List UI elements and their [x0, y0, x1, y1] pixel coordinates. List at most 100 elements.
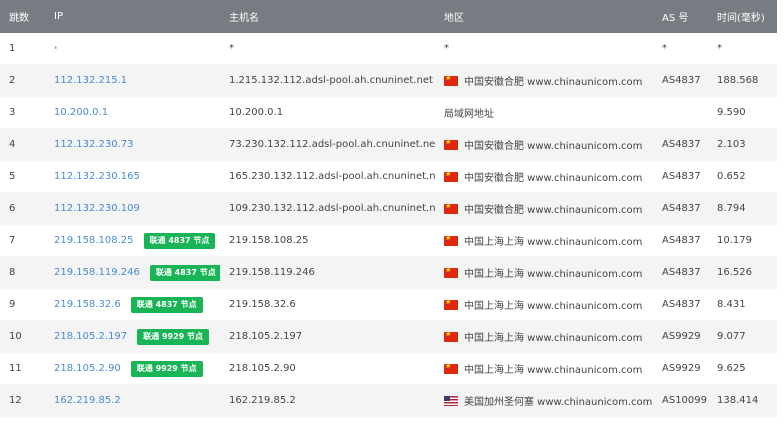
table-row: 8 219.158.119.246 联通 4837 节点 219.158.119.24…: [0, 257, 777, 289]
hostname-cell: 1.215.132.112.adsl-pool.ah.cnuninet.net: [229, 75, 433, 86]
ip-link[interactable]: 219.158.108.25: [54, 235, 134, 246]
header-as[interactable]: AS 号: [653, 9, 708, 24]
ip-link[interactable]: 112.132.230.73: [54, 139, 134, 150]
region-cell: 中国上海上海 www.chinaunicom.com: [435, 297, 653, 312]
header-region[interactable]: 地区: [435, 9, 653, 24]
hop-cell: 10: [9, 331, 22, 342]
table-row: 5 112.132.230.165 165.230.132.112.adsl-poo…: [0, 161, 777, 193]
ip-cell: 218.105.2.90 联通 9929 节点: [45, 360, 220, 377]
region-cell: 美国加州圣何塞 www.chinaunicom.com: [435, 393, 653, 408]
hop-cell: 8: [9, 267, 16, 278]
region-text: 中国上海上海 www.chinaunicom.com: [464, 237, 643, 248]
table-body: 1 * * * * * 2 112.132.215.1 1.215.132.112.adsl-p…: [0, 33, 777, 417]
ip-link[interactable]: 162.219.85.2: [54, 395, 121, 406]
ip-link[interactable]: 112.132.230.109: [54, 203, 140, 214]
hop-cell: 4: [9, 139, 16, 150]
ip-cell: 112.132.215.1: [45, 75, 220, 86]
ip-cell: 112.132.230.109: [45, 203, 220, 214]
region-cell: 中国上海上海 www.chinaunicom.com: [435, 361, 653, 376]
header-hop[interactable]: 跳数: [0, 9, 45, 24]
table-row: 10 218.105.2.197 联通 9929 节点 218.105.2.197 中国…: [0, 321, 777, 353]
time-cell: 9.077: [717, 331, 746, 342]
region-cell: 中国上海上海 www.chinaunicom.com: [435, 233, 653, 248]
hop-cell: 2: [9, 75, 16, 86]
table-row: 1 * * * * *: [0, 33, 777, 65]
hostname-cell: 219.158.108.25: [229, 235, 309, 246]
cn-flag-icon: [444, 202, 458, 214]
region-text: 中国安徽合肥 www.chinaunicom.com: [464, 205, 643, 216]
ip-cell: 112.132.230.73: [45, 139, 220, 150]
ip-link[interactable]: 218.105.2.197: [54, 331, 127, 342]
as-cell: AS9929: [662, 331, 701, 342]
region-text: 中国上海上海 www.chinaunicom.com: [464, 301, 643, 312]
us-flag-icon: [444, 395, 458, 406]
hostname-cell: 219.158.32.6: [229, 299, 296, 310]
region-text: 美国加州圣何塞 www.chinaunicom.com: [464, 397, 653, 408]
ip-cell: 112.132.230.165: [45, 171, 220, 182]
cn-flag-icon: [444, 330, 458, 342]
time-cell: 16.526: [717, 267, 752, 278]
hostname-cell: 218.105.2.90: [229, 363, 296, 374]
hostname-cell: 109.230.132.112.adsl-pool.ah.cnuninet.ne…: [229, 203, 435, 214]
cn-flag-icon: [444, 266, 458, 278]
region-cell: 中国安徽合肥 www.chinaunicom.com: [435, 73, 653, 88]
region-cell: *: [435, 43, 653, 54]
traceroute-table: 跳数 IP 主机名 地区 AS 号 时间(毫秒) 1 * * * * * 2 112.132.…: [0, 0, 777, 417]
header-time[interactable]: 时间(毫秒): [708, 9, 777, 24]
time-cell: 10.179: [717, 235, 752, 246]
as-cell: AS9929: [662, 363, 701, 374]
ip-cell: 10.200.0.1: [45, 107, 220, 118]
as-cell: AS10099: [662, 395, 707, 406]
region-cell: 局域网地址: [435, 105, 653, 120]
ip-link[interactable]: 10.200.0.1: [54, 107, 108, 118]
hop-cell: 11: [9, 363, 22, 374]
as-cell: AS4837: [662, 139, 701, 150]
hostname-cell: 218.105.2.197: [229, 331, 303, 342]
node-badge: 联通 9929 节点: [130, 360, 203, 377]
time-cell: 2.103: [717, 139, 746, 150]
as-cell: AS4837: [662, 171, 701, 182]
node-badge: 联通 9929 节点: [137, 328, 210, 345]
node-badge: 联通 4837 节点: [143, 232, 216, 249]
ip-cell: 218.105.2.197 联通 9929 节点: [45, 328, 220, 345]
hop-cell: 3: [9, 107, 16, 118]
hop-cell: 6: [9, 203, 16, 214]
region-cell: 中国上海上海 www.chinaunicom.com: [435, 265, 653, 280]
header-host[interactable]: 主机名: [220, 9, 435, 24]
region-text: 中国安徽合肥 www.chinaunicom.com: [464, 173, 643, 184]
hostname-cell: 219.158.119.246: [229, 267, 315, 278]
hop-cell: 9: [9, 299, 16, 310]
as-cell: *: [662, 43, 667, 54]
region-cell: 中国上海上海 www.chinaunicom.com: [435, 329, 653, 344]
table-row: 11 218.105.2.90 联通 9929 节点 218.105.2.90 中国上海…: [0, 353, 777, 385]
cn-flag-icon: [444, 298, 458, 310]
time-cell: 8.431: [717, 299, 746, 310]
as-cell: AS4837: [662, 299, 701, 310]
ip-cell: 162.219.85.2: [45, 395, 220, 406]
table-row: 3 10.200.0.1 10.200.0.1 局域网地址 9.590: [0, 97, 777, 129]
cn-flag-icon: [444, 362, 458, 374]
as-cell: AS4837: [662, 267, 701, 278]
time-cell: 8.794: [717, 203, 746, 214]
hostname-cell: *: [229, 43, 234, 54]
header-ip[interactable]: IP: [45, 11, 220, 22]
ip-link[interactable]: 218.105.2.90: [54, 363, 121, 374]
ip-link[interactable]: 219.158.119.246: [54, 267, 140, 278]
node-badge: 联通 4837 节点: [130, 296, 203, 313]
time-cell: 9.625: [717, 363, 746, 374]
ip-link[interactable]: 219.158.32.6: [54, 299, 121, 310]
region-text: 中国上海上海 www.chinaunicom.com: [464, 333, 643, 344]
table-row: 4 112.132.230.73 73.230.132.112.adsl-pool.…: [0, 129, 777, 161]
hop-cell: 12: [9, 395, 22, 406]
hostname-cell: 162.219.85.2: [229, 395, 296, 406]
hostname-cell: 10.200.0.1: [229, 107, 284, 118]
node-badge: 联通 4837 节点: [149, 264, 220, 281]
ip-link[interactable]: 112.132.230.165: [54, 171, 140, 182]
ip-cell: 219.158.108.25 联通 4837 节点: [45, 232, 220, 249]
ip-link: *: [54, 44, 58, 53]
region-text: 中国上海上海 www.chinaunicom.com: [464, 365, 643, 376]
region-text: 局域网地址: [444, 109, 494, 120]
time-cell: 0.652: [717, 171, 746, 182]
ip-link[interactable]: 112.132.215.1: [54, 75, 127, 86]
table-row: 2 112.132.215.1 1.215.132.112.adsl-pool.ah…: [0, 65, 777, 97]
